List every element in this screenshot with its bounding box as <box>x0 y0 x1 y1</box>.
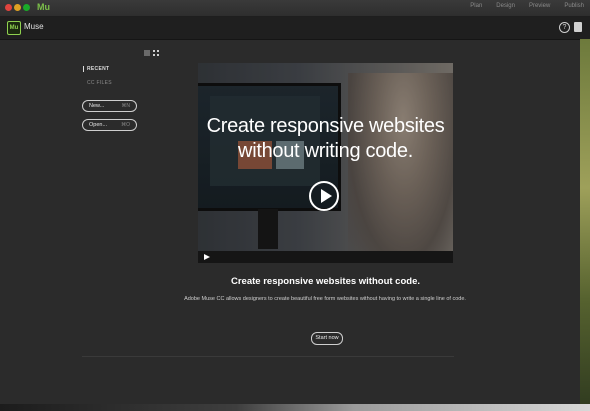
top-navigation: Plan Design Preview Publish <box>470 3 584 9</box>
open-button[interactable]: Open... ⌘O <box>82 119 137 131</box>
content-description: Adobe Muse CC allows designers to create… <box>184 296 466 302</box>
user-icon[interactable] <box>574 22 582 32</box>
nav-publish[interactable]: Publish <box>564 3 584 9</box>
app-name: Muse <box>24 22 44 31</box>
list-view-icon[interactable] <box>144 50 150 56</box>
desktop-background <box>580 39 590 411</box>
open-button-label: Open... <box>89 122 108 128</box>
cc-files-tab[interactable]: CC FILES <box>87 80 112 86</box>
close-window-button[interactable] <box>5 4 12 11</box>
nav-preview[interactable]: Preview <box>529 3 550 9</box>
muse-logo: Mu <box>7 21 21 35</box>
app-header: Mu Muse ? <box>0 17 590 40</box>
minimize-window-button[interactable] <box>14 4 21 11</box>
window-title-bar: Mu Plan Design Preview Publish <box>0 0 590 17</box>
help-icon[interactable]: ? <box>559 22 570 33</box>
new-button-label: New... <box>89 103 105 109</box>
new-button[interactable]: New... ⌘N <box>82 100 137 112</box>
control-play-icon[interactable] <box>204 254 210 260</box>
open-shortcut: ⌘O <box>121 122 130 128</box>
content-headline: Create responsive websites without code. <box>231 276 420 287</box>
window-app-title: Mu <box>37 2 50 12</box>
hero-title-line1: Create responsive websites <box>206 115 445 137</box>
desktop-background-bottom <box>0 404 590 411</box>
recent-tab[interactable]: RECENT <box>83 66 109 72</box>
new-shortcut: ⌘N <box>121 103 130 109</box>
nav-design[interactable]: Design <box>496 3 515 9</box>
divider <box>82 356 454 357</box>
start-now-button[interactable]: Start now <box>311 332 343 345</box>
zoom-window-button[interactable] <box>23 4 30 11</box>
play-icon[interactable] <box>309 181 339 211</box>
nav-plan[interactable]: Plan <box>470 3 482 9</box>
video-controls <box>198 251 453 263</box>
grid-view-icon[interactable] <box>153 50 159 56</box>
intro-video[interactable]: Create responsive websites without writi… <box>198 63 453 263</box>
hero-title-line2: without writing code. <box>238 140 413 162</box>
